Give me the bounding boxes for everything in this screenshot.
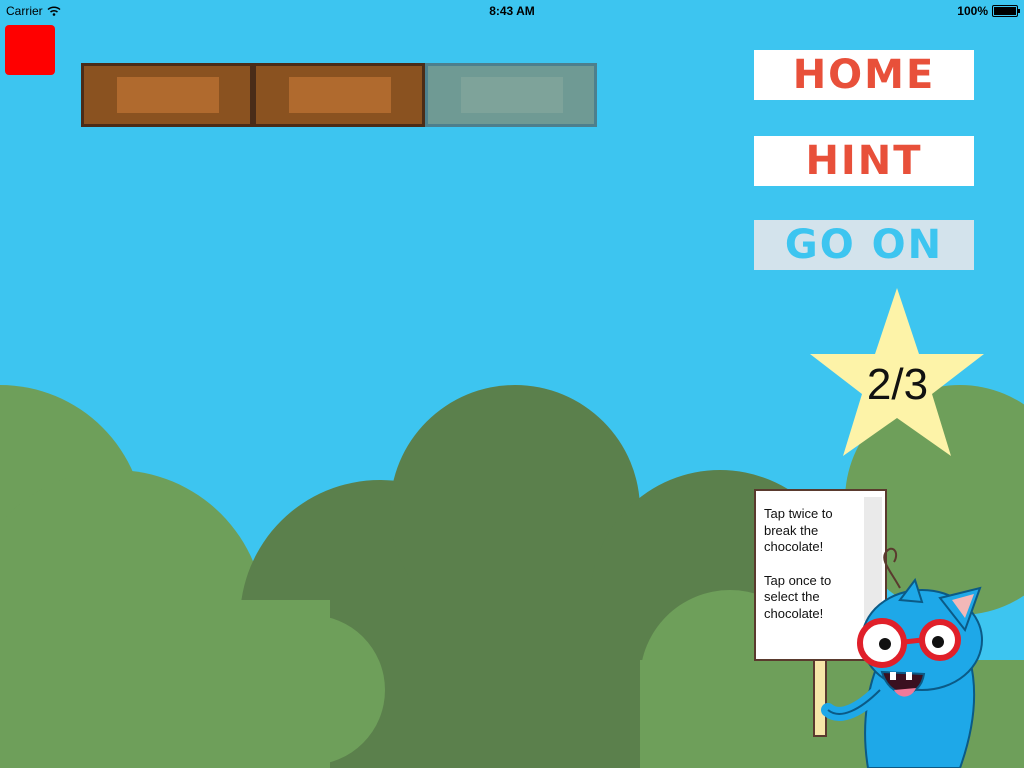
status-bar: Carrier 8:43 AM 100% (0, 0, 1024, 22)
chocolate-piece-3[interactable] (425, 63, 597, 127)
go-on-button[interactable]: GO ON (754, 220, 974, 270)
home-button[interactable]: HOME (754, 50, 974, 100)
hint-button[interactable]: HINT (754, 136, 974, 186)
chocolate-piece-inner (461, 77, 563, 113)
mascot-character (821, 547, 983, 768)
battery-icon (992, 5, 1020, 17)
chocolate-piece-inner (117, 77, 219, 113)
progress-counter: 2/3 (866, 360, 929, 409)
chocolate-piece-1[interactable] (81, 63, 253, 127)
status-time: 8:43 AM (489, 4, 535, 18)
back-button[interactable] (5, 25, 55, 75)
chocolate-piece-inner (289, 77, 391, 113)
battery-percent: 100% (957, 4, 988, 18)
chocolate-piece-2[interactable] (253, 63, 425, 127)
chocolate-bar (81, 63, 597, 127)
battery-indicator: 100% (957, 4, 1020, 18)
